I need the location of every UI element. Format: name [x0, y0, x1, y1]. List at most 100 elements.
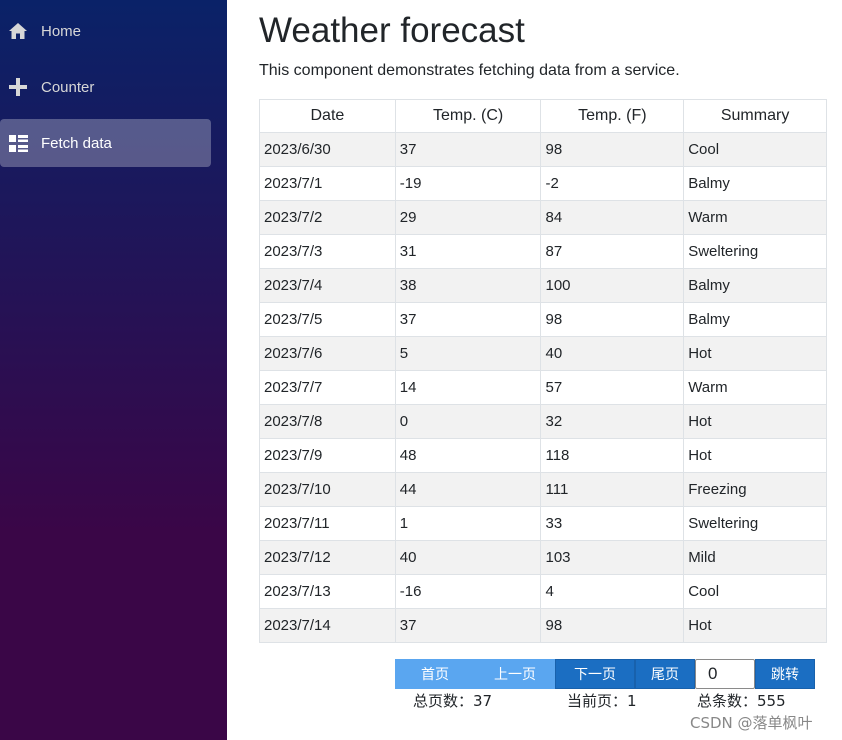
- cell-temp-f: 98: [540, 608, 685, 643]
- cell-temp-f: 111: [540, 472, 685, 507]
- nav-home[interactable]: Home: [0, 7, 211, 55]
- table-row: 2023/7/4 38 100 Balmy: [259, 268, 827, 303]
- table-row: 2023/7/11 1 33 Sweltering: [259, 506, 827, 541]
- cell-summary: Warm: [683, 200, 827, 235]
- cell-temp-c: 40: [394, 540, 542, 575]
- table-row: 2023/7/9 48 118 Hot: [259, 438, 827, 473]
- cell-temp-c: 37: [394, 302, 542, 337]
- jump-page-input[interactable]: [695, 659, 755, 689]
- home-icon: [8, 21, 28, 41]
- cell-date: 2023/7/5: [259, 302, 396, 337]
- cell-temp-f: 118: [540, 438, 685, 473]
- cell-summary: Cool: [683, 574, 827, 609]
- table-row: 2023/7/2 29 84 Warm: [259, 200, 827, 235]
- table-row: 2023/7/12 40 103 Mild: [259, 540, 827, 575]
- cell-summary: Hot: [683, 404, 827, 439]
- column-header-temp-f: Temp. (F): [540, 99, 685, 133]
- cell-summary: Cool: [683, 132, 827, 167]
- cell-date: 2023/7/2: [259, 200, 396, 235]
- cell-temp-c: 37: [394, 608, 542, 643]
- pager: 首页 上一页 下一页 尾页 跳转: [395, 659, 815, 689]
- cell-temp-f: 100: [540, 268, 685, 303]
- list-rich-icon: [8, 133, 28, 153]
- nav-fetch-data[interactable]: Fetch data: [0, 119, 211, 167]
- cell-temp-c: 29: [394, 200, 542, 235]
- prev-page-button[interactable]: 上一页: [475, 659, 555, 689]
- cell-temp-f: -2: [540, 166, 685, 201]
- cell-temp-f: 32: [540, 404, 685, 439]
- cell-summary: Balmy: [683, 268, 827, 303]
- cell-date: 2023/7/11: [259, 506, 396, 541]
- watermark: CSDN @落单枫叶: [690, 714, 813, 732]
- table-body: 2023/6/30 37 98 Cool 2023/7/1 -19 -2 Balmy 2023/…: [259, 132, 827, 643]
- cell-summary: Mild: [683, 540, 827, 575]
- cell-summary: Hot: [683, 336, 827, 371]
- cell-date: 2023/7/1: [259, 166, 396, 201]
- table-row: 2023/7/10 44 111 Freezing: [259, 472, 827, 507]
- table-row: 2023/6/30 37 98 Cool: [259, 132, 827, 167]
- cell-date: 2023/7/3: [259, 234, 396, 269]
- cell-temp-c: -16: [394, 574, 542, 609]
- cell-temp-f: 4: [540, 574, 685, 609]
- cell-date: 2023/7/14: [259, 608, 396, 643]
- cell-temp-f: 84: [540, 200, 685, 235]
- cell-summary: Sweltering: [683, 234, 827, 269]
- plus-icon: [8, 77, 28, 97]
- cell-temp-c: 5: [394, 336, 542, 371]
- table-row: 2023/7/8 0 32 Hot: [259, 404, 827, 439]
- cell-temp-c: 14: [394, 370, 542, 405]
- table-row: 2023/7/6 5 40 Hot: [259, 336, 827, 371]
- cell-date: 2023/7/4: [259, 268, 396, 303]
- cell-date: 2023/7/12: [259, 540, 396, 575]
- cell-temp-f: 33: [540, 506, 685, 541]
- cell-summary: Hot: [683, 608, 827, 643]
- table-header-row: Date Temp. (C) Temp. (F) Summary: [259, 99, 827, 133]
- next-page-button[interactable]: 下一页: [555, 659, 635, 689]
- cell-date: 2023/7/7: [259, 370, 396, 405]
- column-header-temp-c: Temp. (C): [394, 99, 542, 133]
- cell-date: 2023/7/10: [259, 472, 396, 507]
- cell-temp-c: 48: [394, 438, 542, 473]
- cell-temp-c: -19: [394, 166, 542, 201]
- page-title: Weather forecast: [259, 11, 525, 50]
- cell-temp-f: 98: [540, 132, 685, 167]
- cell-temp-f: 98: [540, 302, 685, 337]
- table-row: 2023/7/13 -16 4 Cool: [259, 574, 827, 609]
- column-header-date: Date: [259, 99, 396, 133]
- weather-table: Date Temp. (C) Temp. (F) Summary 2023/6/…: [259, 99, 827, 643]
- column-header-summary: Summary: [683, 99, 827, 133]
- cell-summary: Sweltering: [683, 506, 827, 541]
- cell-temp-c: 0: [394, 404, 542, 439]
- nav-home-label: Home: [41, 22, 82, 40]
- cell-temp-f: 40: [540, 336, 685, 371]
- cell-temp-c: 1: [394, 506, 542, 541]
- total-pages-text: 总页数：37: [413, 692, 493, 710]
- cell-date: 2023/7/6: [259, 336, 396, 371]
- nav-counter-label: Counter: [41, 78, 95, 96]
- cell-summary: Warm: [683, 370, 827, 405]
- cell-summary: Freezing: [683, 472, 827, 507]
- sidebar: Home Counter Fetch data: [0, 0, 227, 740]
- cell-date: 2023/7/9: [259, 438, 396, 473]
- table-row: 2023/7/14 37 98 Hot: [259, 608, 827, 643]
- cell-temp-f: 103: [540, 540, 685, 575]
- last-page-button[interactable]: 尾页: [635, 659, 695, 689]
- cell-summary: Balmy: [683, 166, 827, 201]
- table-row: 2023/7/7 14 57 Warm: [259, 370, 827, 405]
- cell-summary: Hot: [683, 438, 827, 473]
- page-subtitle: This component demonstrates fetching dat…: [259, 62, 680, 79]
- first-page-button[interactable]: 首页: [395, 659, 475, 689]
- nav-counter[interactable]: Counter: [0, 63, 211, 111]
- pager-stats: 总页数：37 当前页：1 总条数：555: [259, 690, 842, 712]
- cell-temp-f: 57: [540, 370, 685, 405]
- cell-temp-c: 44: [394, 472, 542, 507]
- cell-temp-c: 31: [394, 234, 542, 269]
- cell-temp-f: 87: [540, 234, 685, 269]
- total-items-text: 总条数：555: [697, 692, 786, 710]
- cell-date: 2023/7/13: [259, 574, 396, 609]
- cell-temp-c: 38: [394, 268, 542, 303]
- table-row: 2023/7/3 31 87 Sweltering: [259, 234, 827, 269]
- table-row: 2023/7/5 37 98 Balmy: [259, 302, 827, 337]
- nav-fetch-data-label: Fetch data: [41, 134, 112, 152]
- jump-button[interactable]: 跳转: [755, 659, 815, 689]
